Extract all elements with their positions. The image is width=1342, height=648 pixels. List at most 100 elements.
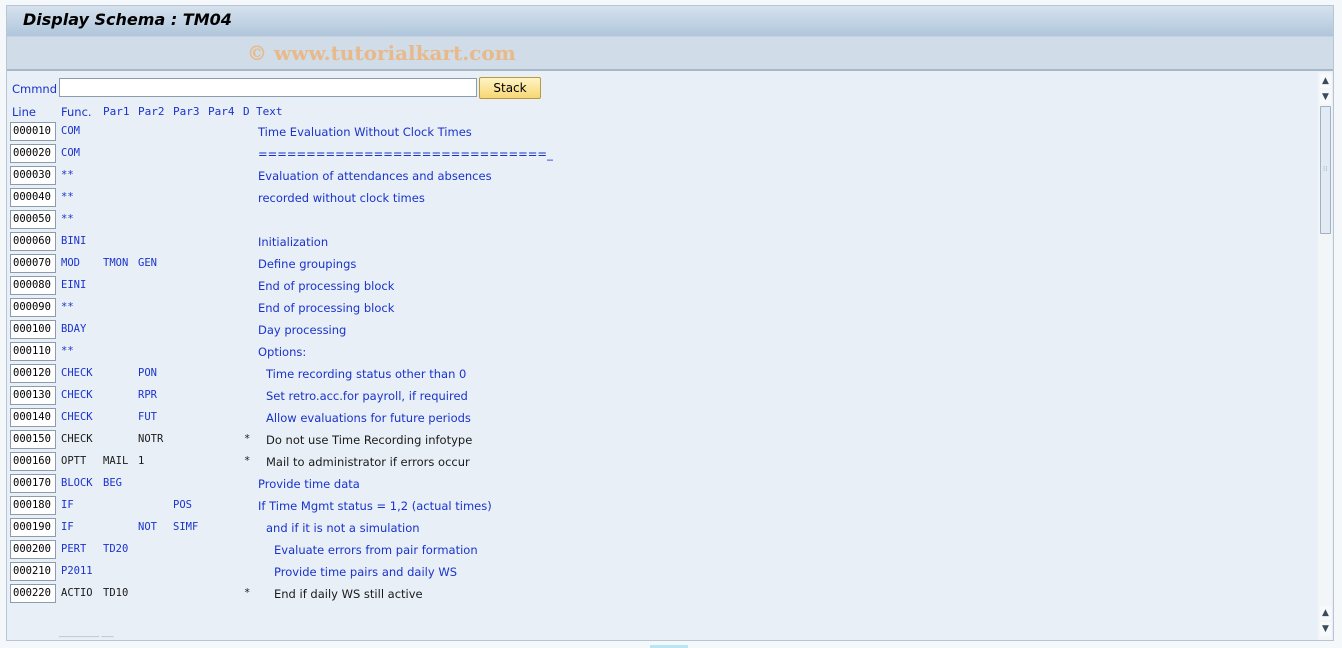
scroll-down-icon[interactable]: ▼ [1320,90,1331,104]
text-cell[interactable]: Provide time data [258,477,360,491]
func-cell[interactable]: P2011 [61,565,93,577]
func-cell[interactable]: BDAY [61,323,86,335]
table-row: 000030 ** Evaluation of attendances and ab… [7,166,607,188]
func-cell[interactable]: ** [61,169,74,181]
par2-cell[interactable]: 1 [138,455,144,467]
func-cell[interactable]: CHECK [61,389,93,401]
func-cell[interactable]: CHECK [61,411,93,423]
stack-button[interactable]: Stack [479,77,541,99]
line-number-field[interactable]: 000080 [10,276,56,295]
text-cell[interactable]: Evaluate errors from pair formation [274,543,478,557]
text-cell[interactable]: ==============================_ [258,147,553,161]
column-header-par2: Par2 [138,105,165,118]
func-cell[interactable]: ** [61,345,74,357]
line-number-field[interactable]: 000160 [10,452,56,471]
table-row: 000140 CHECK FUT Allow evaluations for futu… [7,408,607,430]
text-cell[interactable]: Allow evaluations for future periods [266,411,471,425]
par2-cell[interactable]: PON [138,367,157,379]
par1-cell[interactable]: TMON [103,257,128,269]
line-number-field[interactable]: 000030 [10,166,56,185]
func-cell[interactable]: CHECK [61,367,93,379]
text-cell[interactable]: Do not use Time Recording infotype [266,433,472,447]
func-cell[interactable]: IF [61,521,74,533]
text-cell[interactable]: Set retro.acc.for payroll, if required [266,389,468,403]
func-cell[interactable]: CHECK [61,433,93,445]
line-number-field[interactable]: 000100 [10,320,56,339]
func-cell[interactable]: ** [61,213,74,225]
func-cell[interactable]: IF [61,499,74,511]
par1-cell[interactable]: TD10 [103,587,128,599]
line-number-field[interactable]: 000150 [10,430,56,449]
par1-cell[interactable]: TD20 [103,543,128,555]
text-cell[interactable]: Evaluation of attendances and absences [258,169,492,183]
text-cell[interactable]: recorded without clock times [258,191,425,205]
scroll-page-down-icon[interactable]: ▼ [1320,622,1331,636]
par1-cell[interactable]: BEG [103,477,122,489]
par2-cell[interactable]: FUT [138,411,157,423]
par2-cell[interactable]: NOT [138,521,157,533]
text-cell[interactable]: Provide time pairs and daily WS [274,565,457,579]
text-cell[interactable]: End if daily WS still active [274,587,423,601]
vertical-scrollbar[interactable]: ▲ ▼ ⁞⁞ ▲ ▼ [1318,72,1332,640]
par2-cell[interactable]: RPR [138,389,157,401]
line-number-field[interactable]: 000090 [10,298,56,317]
par3-cell[interactable]: POS [173,499,192,511]
d-cell[interactable]: * [244,433,250,445]
table-row: 000170 BLOCK BEG Provide time data [7,474,607,496]
par2-cell[interactable]: GEN [138,257,157,269]
func-cell[interactable]: PERT [61,543,86,555]
func-cell[interactable]: BINI [61,235,86,247]
d-cell[interactable]: * [244,587,250,599]
text-cell[interactable]: End of processing block [258,279,394,293]
new-line-placeholder[interactable]: __________ ___ [59,628,114,637]
par1-cell[interactable]: MAIL [103,455,128,467]
line-number-field[interactable]: 000040 [10,188,56,207]
text-cell[interactable]: Initialization [258,235,328,249]
line-number-field[interactable]: 000130 [10,386,56,405]
command-input[interactable] [59,78,477,97]
par3-cell[interactable]: SIMF [173,521,198,533]
line-number-field[interactable]: 000190 [10,518,56,537]
func-cell[interactable]: BLOCK [61,477,93,489]
scroll-up-icon[interactable]: ▲ [1320,74,1331,88]
text-cell[interactable]: Time recording status other than 0 [266,367,466,381]
text-cell[interactable]: Day processing [258,323,346,337]
line-number-field[interactable]: 000170 [10,474,56,493]
line-number-field[interactable]: 000210 [10,562,56,581]
d-cell[interactable]: * [244,455,250,467]
line-number-field[interactable]: 000220 [10,584,56,603]
text-cell[interactable]: Define groupings [258,257,356,271]
func-cell[interactable]: OPTT [61,455,86,467]
par2-cell[interactable]: NOTR [138,433,163,445]
text-cell[interactable]: End of processing block [258,301,394,315]
table-row: 000020 COM ==============================_ [7,144,607,166]
text-cell[interactable]: Time Evaluation Without Clock Times [258,125,472,139]
scroll-page-up-icon[interactable]: ▲ [1320,606,1331,620]
text-cell[interactable]: and if it is not a simulation [266,521,420,535]
func-cell[interactable]: ** [61,301,74,313]
table-row: 000100 BDAY Day processing [7,320,607,342]
text-cell[interactable]: Mail to administrator if errors occur [266,455,470,469]
line-number-field[interactable]: 000070 [10,254,56,273]
line-number-field[interactable]: 000020 [10,144,56,163]
text-cell[interactable]: Options: [258,345,306,359]
line-number-field[interactable]: 000180 [10,496,56,515]
line-number-field[interactable]: 000050 [10,210,56,229]
func-cell[interactable]: ** [61,191,74,203]
line-number-field[interactable]: 000200 [10,540,56,559]
line-number-field[interactable]: 000110 [10,342,56,361]
line-number-field[interactable]: 000140 [10,408,56,427]
column-header-par1: Par1 [103,105,130,118]
line-number-field[interactable]: 000010 [10,122,56,141]
scrollbar-thumb[interactable]: ⁞⁞ [1320,106,1331,234]
func-cell[interactable]: COM [61,147,80,159]
text-cell[interactable]: If Time Mgmt status = 1,2 (actual times) [258,499,492,513]
line-number-field[interactable]: 000060 [10,232,56,251]
func-cell[interactable]: ACTIO [61,587,93,599]
table-row: 000180 IF POS If Time Mgmt status = 1,2 (ac… [7,496,607,518]
func-cell[interactable]: EINI [61,279,86,291]
line-number-field[interactable]: 000120 [10,364,56,383]
column-header-d: D [243,105,250,118]
func-cell[interactable]: COM [61,125,80,137]
func-cell[interactable]: MOD [61,257,80,269]
